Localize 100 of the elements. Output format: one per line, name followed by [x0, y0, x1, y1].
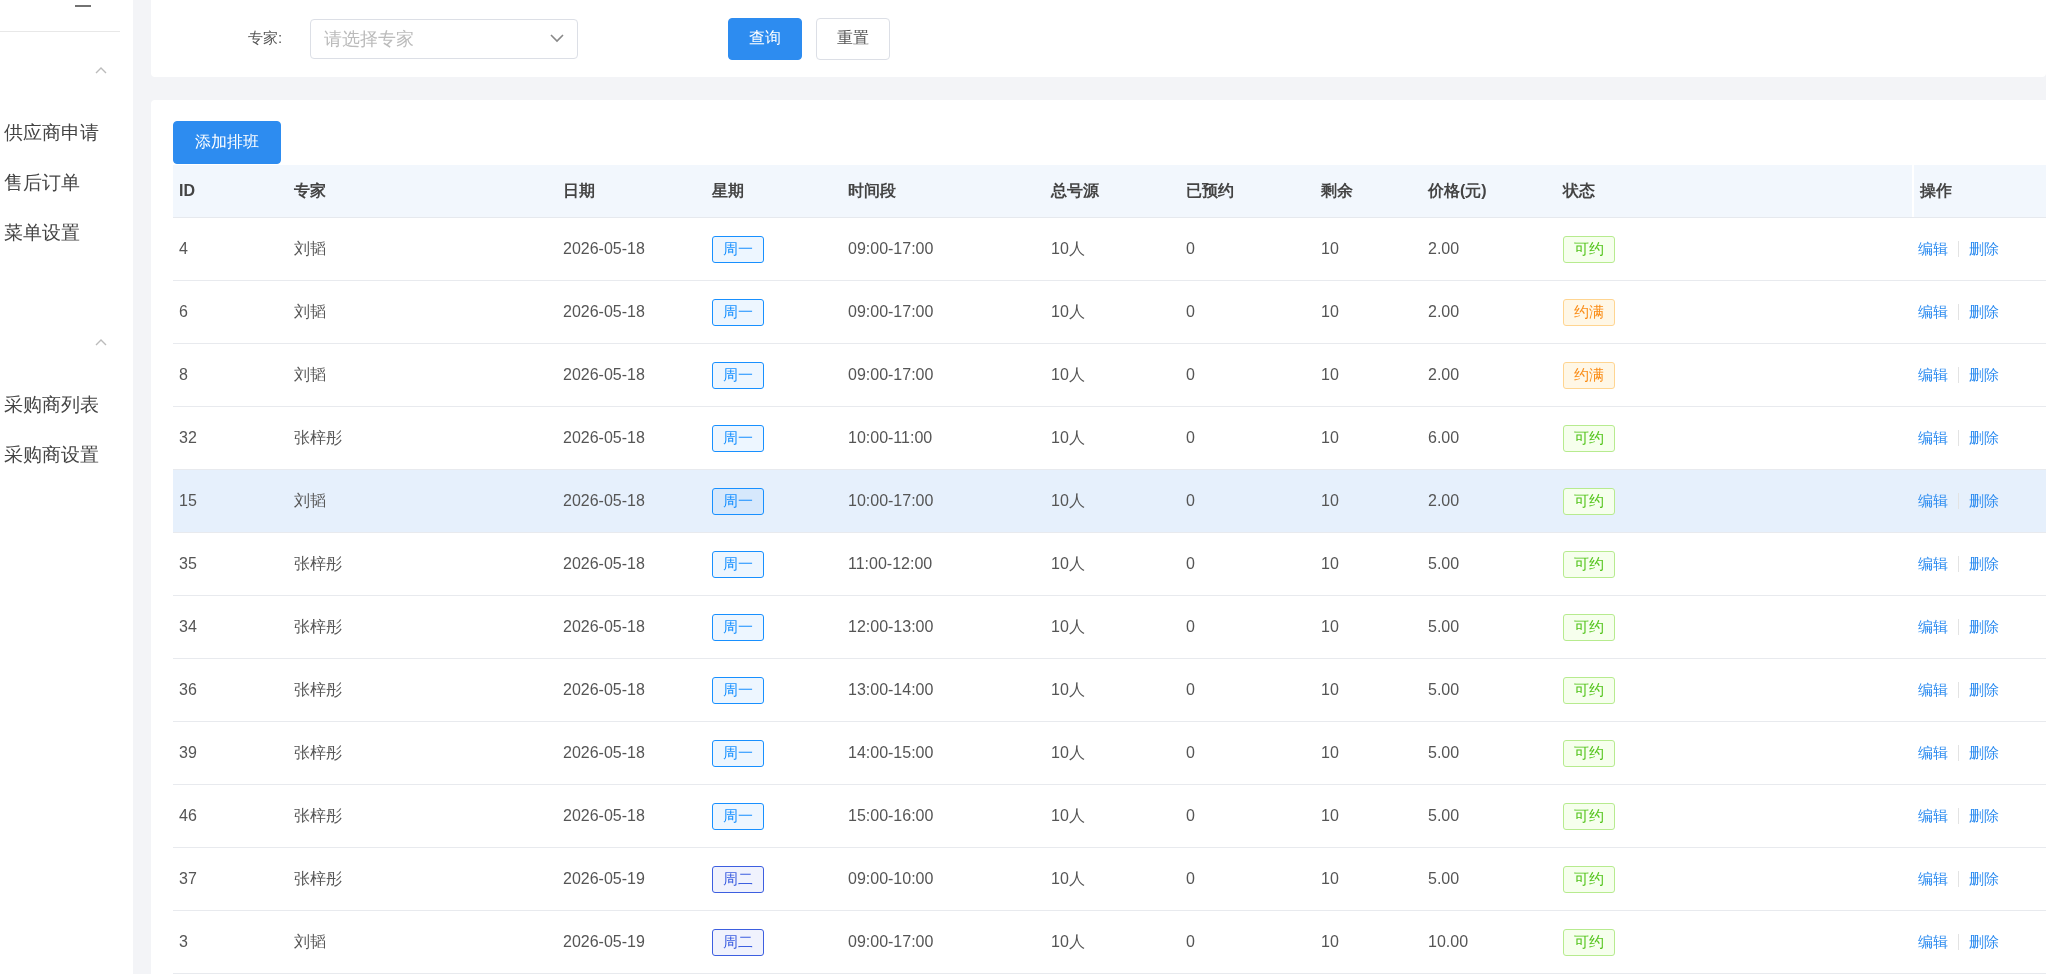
- table-cell-text: 10: [1320, 617, 1340, 637]
- edit-link[interactable]: 编辑: [1918, 806, 1948, 826]
- table-cell-text: 8: [178, 365, 189, 385]
- delete-link[interactable]: 删除: [1969, 491, 1999, 511]
- table-cell-text: 张梓彤: [293, 742, 343, 763]
- table-cell-text: 09:00-17:00: [847, 365, 935, 385]
- sidebar-item[interactable]: 采购商设置: [0, 430, 133, 480]
- edit-link[interactable]: 编辑: [1918, 491, 1948, 511]
- table-cell-text: 10人: [1050, 679, 1086, 700]
- delete-link[interactable]: 删除: [1969, 554, 1999, 574]
- table-cell-text: 0: [1185, 869, 1196, 889]
- status-tag: 可约: [1563, 802, 1615, 830]
- status-tag: 可约: [1563, 424, 1615, 452]
- weekday-tag: 周一: [712, 550, 764, 578]
- table-cell-text: 0: [1185, 239, 1196, 259]
- table-cell-text: 14:00-15:00: [847, 743, 935, 763]
- table-cell-text: 2026-05-18: [562, 680, 646, 700]
- table-cell-text: 张梓彤: [293, 427, 343, 448]
- table-cell-text: 10人: [1050, 868, 1086, 889]
- delete-link[interactable]: 删除: [1969, 680, 1999, 700]
- table-cell-text: 2026-05-18: [562, 239, 646, 259]
- query-button[interactable]: 查询: [728, 17, 802, 60]
- table-cell-text: 2.00: [1427, 239, 1461, 259]
- edit-link[interactable]: 编辑: [1918, 680, 1948, 700]
- table-cell-text: 09:00-10:00: [847, 869, 935, 889]
- delete-link[interactable]: 删除: [1969, 302, 1999, 322]
- sidebar-item[interactable]: 采购商列表: [0, 380, 133, 430]
- table-cell-text: 2026-05-18: [562, 554, 646, 574]
- table-cell-text: 2026-05-18: [562, 743, 646, 763]
- edit-link[interactable]: 编辑: [1918, 743, 1948, 763]
- table-cell-text: 39: [178, 743, 198, 763]
- chevron-icon[interactable]: [95, 66, 107, 74]
- table-cell-text: 0: [1185, 554, 1196, 574]
- delete-link[interactable]: 删除: [1969, 806, 1999, 826]
- table-cell-text: 刘韬: [293, 301, 327, 322]
- edit-link[interactable]: 编辑: [1918, 554, 1948, 574]
- table-cell-text: 0: [1185, 491, 1196, 511]
- edit-link[interactable]: 编辑: [1918, 869, 1948, 889]
- delete-link[interactable]: 删除: [1969, 869, 1999, 889]
- delete-link[interactable]: 删除: [1969, 239, 1999, 259]
- delete-link[interactable]: 删除: [1969, 365, 1999, 385]
- table-cell-text: 0: [1185, 302, 1196, 322]
- table-cell-text: 5.00: [1427, 554, 1461, 574]
- table-cell-text: 2026-05-19: [562, 869, 646, 889]
- delete-link[interactable]: 删除: [1969, 743, 1999, 763]
- table-cell-text: 10: [1320, 365, 1340, 385]
- reset-button[interactable]: 重置: [816, 17, 890, 60]
- edit-link[interactable]: 编辑: [1918, 932, 1948, 952]
- table-cell-text: 12:00-13:00: [847, 617, 935, 637]
- table-cell-text: 10: [1320, 428, 1340, 448]
- edit-link[interactable]: 编辑: [1918, 302, 1948, 322]
- status-tag: 可约: [1563, 676, 1615, 704]
- table-cell-text: 10.00: [1427, 932, 1470, 952]
- column-header: 状态: [1561, 180, 1596, 201]
- table-cell-text: 2.00: [1427, 302, 1461, 322]
- table-cell-text: 13:00-14:00: [847, 680, 935, 700]
- edit-link[interactable]: 编辑: [1918, 428, 1948, 448]
- column-header: 时间段: [847, 180, 897, 201]
- table-cell-text: 4: [178, 239, 189, 259]
- table-cell-text: 11:00-12:00: [847, 554, 934, 574]
- column-header: 已预约: [1185, 180, 1235, 201]
- table-cell-text: 10人: [1050, 805, 1086, 826]
- sidebar-item[interactable]: 菜单设置: [0, 208, 133, 258]
- table-cell-text: 09:00-17:00: [847, 239, 935, 259]
- table-cell-text: 刘韬: [293, 364, 327, 385]
- chevron-icon[interactable]: [95, 338, 107, 346]
- sidebar-item[interactable]: 售后订单: [0, 158, 133, 208]
- edit-link[interactable]: 编辑: [1918, 239, 1948, 259]
- weekday-tag: 周一: [712, 361, 764, 389]
- delete-link[interactable]: 删除: [1969, 617, 1999, 637]
- weekday-tag: 周一: [712, 739, 764, 767]
- table-cell-text: 10: [1320, 491, 1340, 511]
- table-cell-text: 32: [178, 428, 198, 448]
- column-header: 星期: [711, 180, 745, 201]
- table-cell-text: 10人: [1050, 553, 1086, 574]
- table-cell-text: 10人: [1050, 742, 1086, 763]
- table-cell-text: 10: [1320, 743, 1340, 763]
- edit-link[interactable]: 编辑: [1918, 365, 1948, 385]
- table-cell-text: 09:00-17:00: [847, 932, 935, 952]
- weekday-tag: 周一: [712, 613, 764, 641]
- table-cell-text: 2026-05-18: [562, 617, 646, 637]
- field-label: 专家:: [248, 29, 284, 48]
- delete-link[interactable]: 删除: [1969, 932, 1999, 952]
- delete-link[interactable]: 删除: [1969, 428, 1999, 448]
- column-header: 剩余: [1320, 180, 1354, 201]
- status-tag: 约满: [1563, 298, 1615, 326]
- table-cell-text: 46: [178, 806, 198, 826]
- table-cell-text: 2.00: [1427, 491, 1461, 511]
- add-button[interactable]: 添加排班: [173, 121, 281, 164]
- table-cell-text: 0: [1185, 680, 1196, 700]
- table-cell-text: 10: [1320, 680, 1340, 700]
- expert-select[interactable]: 请选择专家: [310, 18, 578, 59]
- table-cell-text: 09:00-17:00: [847, 302, 935, 322]
- edit-link[interactable]: 编辑: [1918, 617, 1948, 637]
- table-cell-text: 2026-05-18: [562, 806, 646, 826]
- table-cell-text: 5.00: [1427, 617, 1461, 637]
- table-row[interactable]: 15 刘韬 2026-05-18 周一 10:00-17:00 10人 0 10 2.00 可约 编辑 删除: [173, 470, 2046, 533]
- sidebar-item[interactable]: 供应商申请: [0, 108, 133, 158]
- table-cell-text: 10人: [1050, 301, 1086, 322]
- weekday-tag: 周一: [712, 298, 764, 326]
